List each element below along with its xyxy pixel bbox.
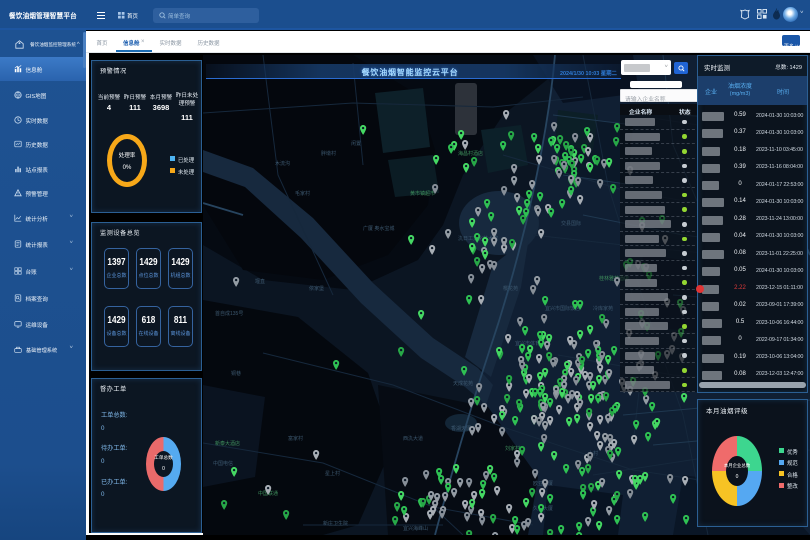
svg-text:天成花苑: 天成花苑 [453,380,473,387]
svg-text:樱花苑: 樱花苑 [503,285,518,292]
svg-text:黄市镇超市: 黄市镇超市 [410,190,435,197]
svg-text:堰直: 堰直 [255,278,265,285]
svg-text:海昌村酒店: 海昌村酒店 [458,150,483,157]
svg-text:广厦 奥水宝城: 广厦 奥水宝城 [363,225,394,232]
svg-text:新庄卫生院: 新庄卫生院 [323,520,348,527]
svg-text:西氿大道: 西氿大道 [403,435,423,442]
svg-text:毛家村: 毛家村 [295,190,310,197]
svg-text:星上村: 星上村 [325,470,340,477]
svg-text:新泰大酒店: 新泰大酒店 [215,440,240,447]
svg-text:香湖天厦: 香湖天厦 [451,425,471,432]
svg-text:铜巷: 铜巷 [231,370,241,377]
svg-text:冷库家苑: 冷库家苑 [593,305,613,312]
svg-text:胖墩村: 胖墩村 [321,150,336,157]
svg-text:中国电信: 中国电信 [213,460,233,467]
svg-text:交县国际: 交县国际 [561,220,581,227]
svg-text:首自成135号: 首自成135号 [215,310,243,317]
svg-text:宜兴海峰山: 宜兴海峰山 [403,525,428,532]
svg-text:木流沟: 木流沟 [275,160,290,167]
svg-text:富家村: 富家村 [288,435,303,442]
svg-text:依家堡: 依家堡 [309,285,324,292]
svg-text:闲置: 闲置 [351,140,361,147]
